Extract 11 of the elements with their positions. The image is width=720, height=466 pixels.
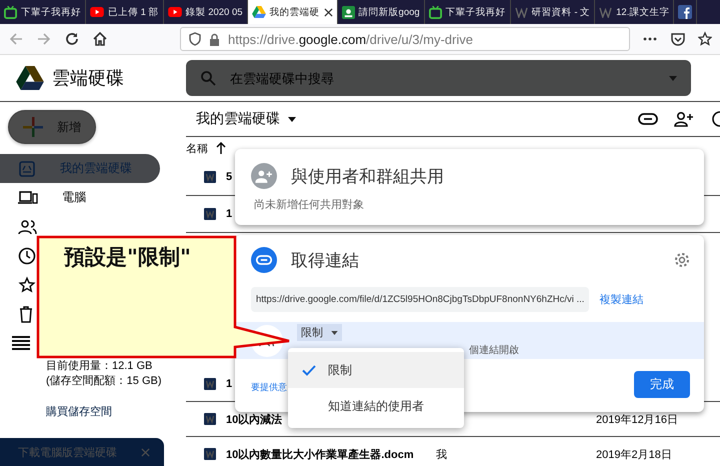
- dialog-title: 與使用者和群組共用: [291, 166, 444, 188]
- access-description: 個連結開啟: [469, 344, 519, 357]
- file-owner: 我: [436, 448, 447, 460]
- banner-text: 下載電腦版雲端硬碟: [18, 446, 117, 460]
- callout-text: 預設是"限制": [64, 244, 191, 271]
- file-date: 2019年2月18日: [596, 448, 672, 462]
- app-title: 雲端硬碟: [52, 67, 124, 90]
- storage-usage-text: 目前使用量：12.1 GB (儲存空間配額：15 GB): [46, 359, 163, 388]
- file-date: 2019年12月16日: [596, 412, 678, 426]
- share-note: 尚未新增任何共用對象: [254, 198, 365, 212]
- dialog-title: 取得連結: [291, 250, 359, 272]
